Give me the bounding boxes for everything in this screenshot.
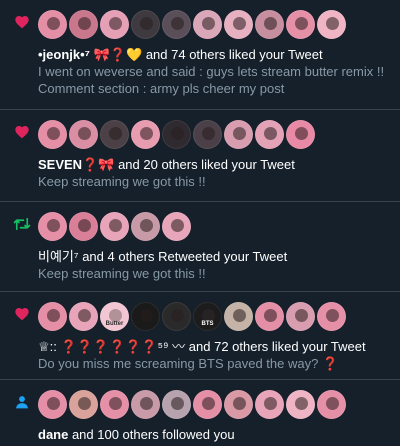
avatar[interactable] xyxy=(69,390,98,419)
avatar[interactable] xyxy=(38,120,67,149)
retweet-icon xyxy=(12,214,32,234)
avatar[interactable] xyxy=(224,120,253,149)
notification-headline[interactable]: SEVEN❓🎀 and 20 others liked your Tweet xyxy=(38,156,390,173)
avatar[interactable] xyxy=(255,120,284,149)
tweet-text-line: Do you miss me screaming BTS paved the w… xyxy=(38,356,339,371)
avatar[interactable] xyxy=(131,212,160,241)
user-name[interactable]: ♕:: ❓❓❓❓❓❓ xyxy=(38,339,158,354)
tweet-text-line: Comment section : army pls cheer my post xyxy=(38,81,285,96)
avatar[interactable] xyxy=(286,390,315,419)
notification-like[interactable]: SEVEN❓🎀 and 20 others liked your Tweet K… xyxy=(0,110,400,202)
tweet-text-line: Keep streaming we got this !! xyxy=(38,266,206,281)
avatar[interactable] xyxy=(69,302,98,331)
avatar-row xyxy=(38,390,390,420)
avatar-row xyxy=(38,120,390,150)
person-icon xyxy=(12,392,32,412)
avatar[interactable] xyxy=(162,120,191,149)
avatar[interactable] xyxy=(286,120,315,149)
notifications-feed: •jeonjk•⁷ 🎀❓💛 and 74 others liked your T… xyxy=(0,0,400,446)
user-name[interactable]: •jeonjk•⁷ 🎀❓💛 xyxy=(38,47,142,62)
avatar[interactable] xyxy=(193,10,222,39)
avatar[interactable] xyxy=(69,212,98,241)
tweet-text-line: I went on weverse and said : guys lets s… xyxy=(38,64,385,79)
avatar[interactable]: BTS xyxy=(193,302,222,331)
headline-action: and 100 others followed you xyxy=(68,427,235,442)
notification-retweet[interactable]: 비예기⁷ and 4 others Retweeted your Tweet K… xyxy=(0,202,400,292)
heart-icon xyxy=(12,122,32,142)
avatar[interactable] xyxy=(255,390,284,419)
avatar-row: Butter BTS xyxy=(38,302,390,332)
avatar[interactable] xyxy=(286,10,315,39)
notification-headline[interactable]: ♕:: ❓❓❓❓❓❓⁵⁹ 〰 and 72 others liked your … xyxy=(38,338,390,355)
avatar[interactable] xyxy=(131,302,160,331)
notification-headline[interactable]: 비예기⁷ and 4 others Retweeted your Tweet xyxy=(38,248,390,265)
avatar[interactable] xyxy=(162,390,191,419)
avatar[interactable] xyxy=(224,390,253,419)
notification-like[interactable]: Butter BTS ♕:: ❓❓❓❓❓❓⁵⁹ 〰 and 72 others l… xyxy=(0,292,400,380)
avatar[interactable] xyxy=(286,302,315,331)
avatar[interactable] xyxy=(131,390,160,419)
user-name[interactable]: 비예기⁷ xyxy=(38,249,79,264)
avatar[interactable] xyxy=(255,10,284,39)
avatar[interactable] xyxy=(255,302,284,331)
avatar[interactable]: Butter xyxy=(100,302,129,331)
notification-follow[interactable]: dane and 100 others followed you xyxy=(0,380,400,446)
avatar[interactable] xyxy=(100,212,129,241)
avatar-badge-text: Butter xyxy=(105,321,124,327)
avatar[interactable] xyxy=(162,10,191,39)
avatar[interactable] xyxy=(38,212,67,241)
notification-headline[interactable]: •jeonjk•⁷ 🎀❓💛 and 74 others liked your T… xyxy=(38,46,390,63)
avatar[interactable] xyxy=(38,10,67,39)
avatar[interactable] xyxy=(317,302,346,331)
avatar[interactable] xyxy=(131,10,160,39)
headline-action: and 74 others liked your Tweet xyxy=(142,47,323,62)
avatar[interactable] xyxy=(38,302,67,331)
heart-icon xyxy=(12,12,32,32)
avatar[interactable] xyxy=(131,120,160,149)
avatar-row xyxy=(38,10,390,40)
headline-action: and 20 others liked your Tweet xyxy=(114,157,295,172)
notification-headline[interactable]: dane and 100 others followed you xyxy=(38,426,390,443)
avatar[interactable] xyxy=(69,10,98,39)
avatar-badge-text: BTS xyxy=(201,321,214,327)
avatar[interactable] xyxy=(193,390,222,419)
notification-like[interactable]: •jeonjk•⁷ 🎀❓💛 and 74 others liked your T… xyxy=(0,0,400,110)
avatar[interactable] xyxy=(100,390,129,419)
avatar-row xyxy=(38,212,390,242)
heart-icon xyxy=(12,304,32,324)
avatar[interactable] xyxy=(317,10,346,39)
avatar[interactable] xyxy=(100,120,129,149)
avatar[interactable] xyxy=(317,390,346,419)
avatar[interactable] xyxy=(162,302,191,331)
avatar[interactable] xyxy=(69,120,98,149)
avatar[interactable] xyxy=(224,10,253,39)
avatar[interactable] xyxy=(224,302,253,331)
user-name[interactable]: dane xyxy=(38,427,68,442)
avatar[interactable] xyxy=(162,212,191,241)
tweet-text-line: Keep streaming we got this !! xyxy=(38,174,206,189)
avatar[interactable] xyxy=(193,120,222,149)
avatar[interactable] xyxy=(38,390,67,419)
headline-action: ⁵⁹ 〰 and 72 others liked your Tweet xyxy=(157,339,366,354)
avatar[interactable] xyxy=(100,10,129,39)
user-name[interactable]: SEVEN❓🎀 xyxy=(38,157,114,172)
headline-action: and 4 others Retweeted your Tweet xyxy=(78,249,288,264)
